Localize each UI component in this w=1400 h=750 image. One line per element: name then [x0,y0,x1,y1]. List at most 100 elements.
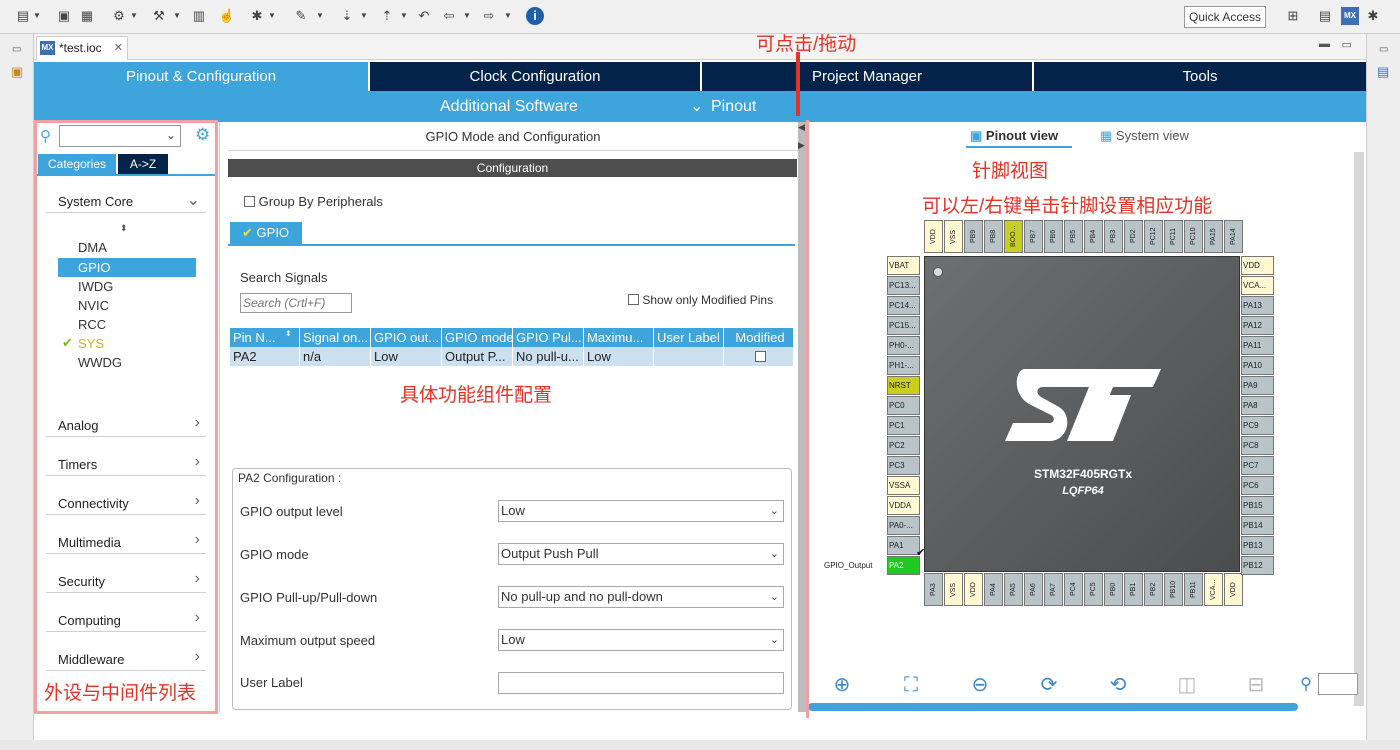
pin-top-15[interactable]: PA15 [1204,220,1223,253]
pin-top-9[interactable]: PB4 [1084,220,1103,253]
tab-pinout-configuration[interactable]: Pinout & Configuration [34,62,368,91]
hand-icon[interactable]: ☝ [218,7,236,25]
pin-right-8[interactable]: PA8 [1241,396,1274,415]
pin-left-1[interactable]: VBAT [887,256,920,275]
perspective-cpp-icon[interactable]: ▤ [1316,7,1334,25]
pin-right-5[interactable]: PA11 [1241,336,1274,355]
fit-to-window-icon[interactable]: ⛶ [899,674,923,696]
pin-top-10[interactable]: PB3 [1104,220,1123,253]
gpio-subtab[interactable]: ✔ GPIO [230,222,302,244]
pin-bottom-1[interactable]: PA3 [924,573,943,606]
pin-bottom-15[interactable]: VCA... [1204,573,1223,606]
maximize-editor-icon[interactable]: ▭ [1342,38,1352,51]
table-cell-pin[interactable]: PA2 [230,347,300,366]
checkbox-box[interactable] [628,294,639,305]
run-dropdown-icon[interactable]: ▼ [316,7,324,25]
search-icon[interactable]: ⚲ [1294,674,1318,696]
gpio-pull-select[interactable]: No pull-up and no pull-down ⌄ [498,586,784,608]
pin-top-4[interactable]: PB8 [984,220,1003,253]
perspective-debug-icon[interactable]: ✱ [1364,7,1382,25]
pin-left-4[interactable]: PC15... [887,316,920,335]
pin-right-6[interactable]: PA10 [1241,356,1274,375]
pin-bottom-4[interactable]: PA4 [984,573,1003,606]
tab-tools[interactable]: Tools [1034,62,1366,91]
pin-left-2[interactable]: PC13... [887,276,920,295]
sort-icon[interactable]: ⬍ [285,329,292,338]
pin-top-3[interactable]: PB9 [964,220,983,253]
back-dropdown-icon[interactable]: ▼ [463,7,471,25]
show-modified-checkbox[interactable]: Show only Modified Pins [628,293,773,307]
pin-right-13[interactable]: PB15 [1241,496,1274,515]
table-cell-mode[interactable]: Output P... [442,347,513,366]
binary-icon[interactable]: ▥ [190,7,208,25]
pin-right-7[interactable]: PA9 [1241,376,1274,395]
pin-bottom-16[interactable]: VDD [1224,573,1243,606]
project-explorer-icon[interactable]: ▣ [11,64,23,80]
table-cell-output[interactable]: Low [371,347,442,366]
column-header-signal[interactable]: Signal on... [300,328,371,347]
pin-search-input[interactable] [1318,673,1358,695]
perspective-mx-icon[interactable]: MX [1341,7,1359,25]
open-perspective-icon[interactable]: ⊞ [1284,7,1302,25]
search-signals-input[interactable] [240,293,352,313]
debug-dropdown-icon[interactable]: ▼ [268,7,276,25]
debug-icon[interactable]: ✱ [248,7,266,25]
zoom-in-icon[interactable]: ⊕ [830,674,854,696]
settings-icon[interactable]: ⚙ [110,7,128,25]
pin-right-2[interactable]: VCA... [1241,276,1274,295]
pin-left-13[interactable]: VDDA [887,496,920,515]
pin-top-8[interactable]: PB5 [1064,220,1083,253]
table-cell-pull[interactable]: No pull-u... [513,347,584,366]
pin-left-3[interactable]: PC14... [887,296,920,315]
pin-bottom-8[interactable]: PC4 [1064,573,1083,606]
rotate-left-icon[interactable]: ⟲ [1106,674,1130,696]
checkbox-box[interactable] [244,196,255,207]
pin-top-6[interactable]: PB7 [1024,220,1043,253]
table-cell-modified[interactable] [724,347,794,366]
pin-bottom-5[interactable]: PA5 [1004,573,1023,606]
pin-left-7[interactable]: NRST [887,376,920,395]
editor-tab-test-ioc[interactable]: MX *test.ioc ✕ [36,36,128,60]
pin-left-8[interactable]: PC0 [887,396,920,415]
pin-top-7[interactable]: PB6 [1044,220,1063,253]
pin-bottom-7[interactable]: PA7 [1044,573,1063,606]
tab-project-manager[interactable]: Project Manager [702,62,1032,91]
collapse-left-icon[interactable]: ◀ [798,122,805,133]
pin-right-15[interactable]: PB13 [1241,536,1274,555]
column-header-user-label[interactable]: User Label [654,328,724,347]
forward-arrow-icon[interactable]: ⇨ [480,7,498,25]
close-tab-icon[interactable]: ✕ [114,37,123,59]
quick-access-input[interactable]: Quick Access [1184,6,1266,28]
pin-bottom-9[interactable]: PC5 [1084,573,1103,606]
pin-left-10[interactable]: PC2 [887,436,920,455]
pin-top-1[interactable]: VDD [924,220,943,253]
system-view-tab[interactable]: ▦ System view [1100,128,1189,144]
mcu-chip-body[interactable]: STM32F405RGTx LQFP64 [924,256,1240,572]
pin-left-11[interactable]: PC3 [887,456,920,475]
gpio-mode-select[interactable]: Output Push Pull ⌄ [498,543,784,565]
pin-bottom-13[interactable]: PB10 [1164,573,1183,606]
table-cell-signal[interactable]: n/a [300,347,371,366]
tab-clock-configuration[interactable]: Clock Configuration [370,62,700,91]
zoom-out-icon[interactable]: ⊖ [968,674,992,696]
additional-software-button[interactable]: Additional Software [440,98,578,116]
pin-bottom-11[interactable]: PB1 [1124,573,1143,606]
column-header-gpio-mode[interactable]: GPIO mode [442,328,513,347]
pin-left-14[interactable]: PA0-... [887,516,920,535]
pin-right-10[interactable]: PC8 [1241,436,1274,455]
pin-top-16[interactable]: PA14 [1224,220,1243,253]
last-edit-icon[interactable]: ↶ [415,7,433,25]
pin-left-12[interactable]: VSSA [887,476,920,495]
info-icon[interactable]: i [526,7,544,25]
column-header-gpio-pull[interactable]: GPIO Pul... [513,328,584,347]
pin-bottom-6[interactable]: PA6 [1024,573,1043,606]
column-header-gpio-output[interactable]: GPIO out... [371,328,442,347]
pinout-menu-button[interactable]: Pinout [711,98,756,116]
settings-dropdown-icon[interactable]: ▼ [130,7,138,25]
forward-dropdown-icon[interactable]: ▼ [504,7,512,25]
table-cell-user-label[interactable] [654,347,724,366]
pin-top-14[interactable]: PC10 [1184,220,1203,253]
gpio-output-level-select[interactable]: Low ⌄ [498,500,784,522]
pin-right-4[interactable]: PA12 [1241,316,1274,335]
new-file-icon[interactable]: ▤ [14,7,32,25]
